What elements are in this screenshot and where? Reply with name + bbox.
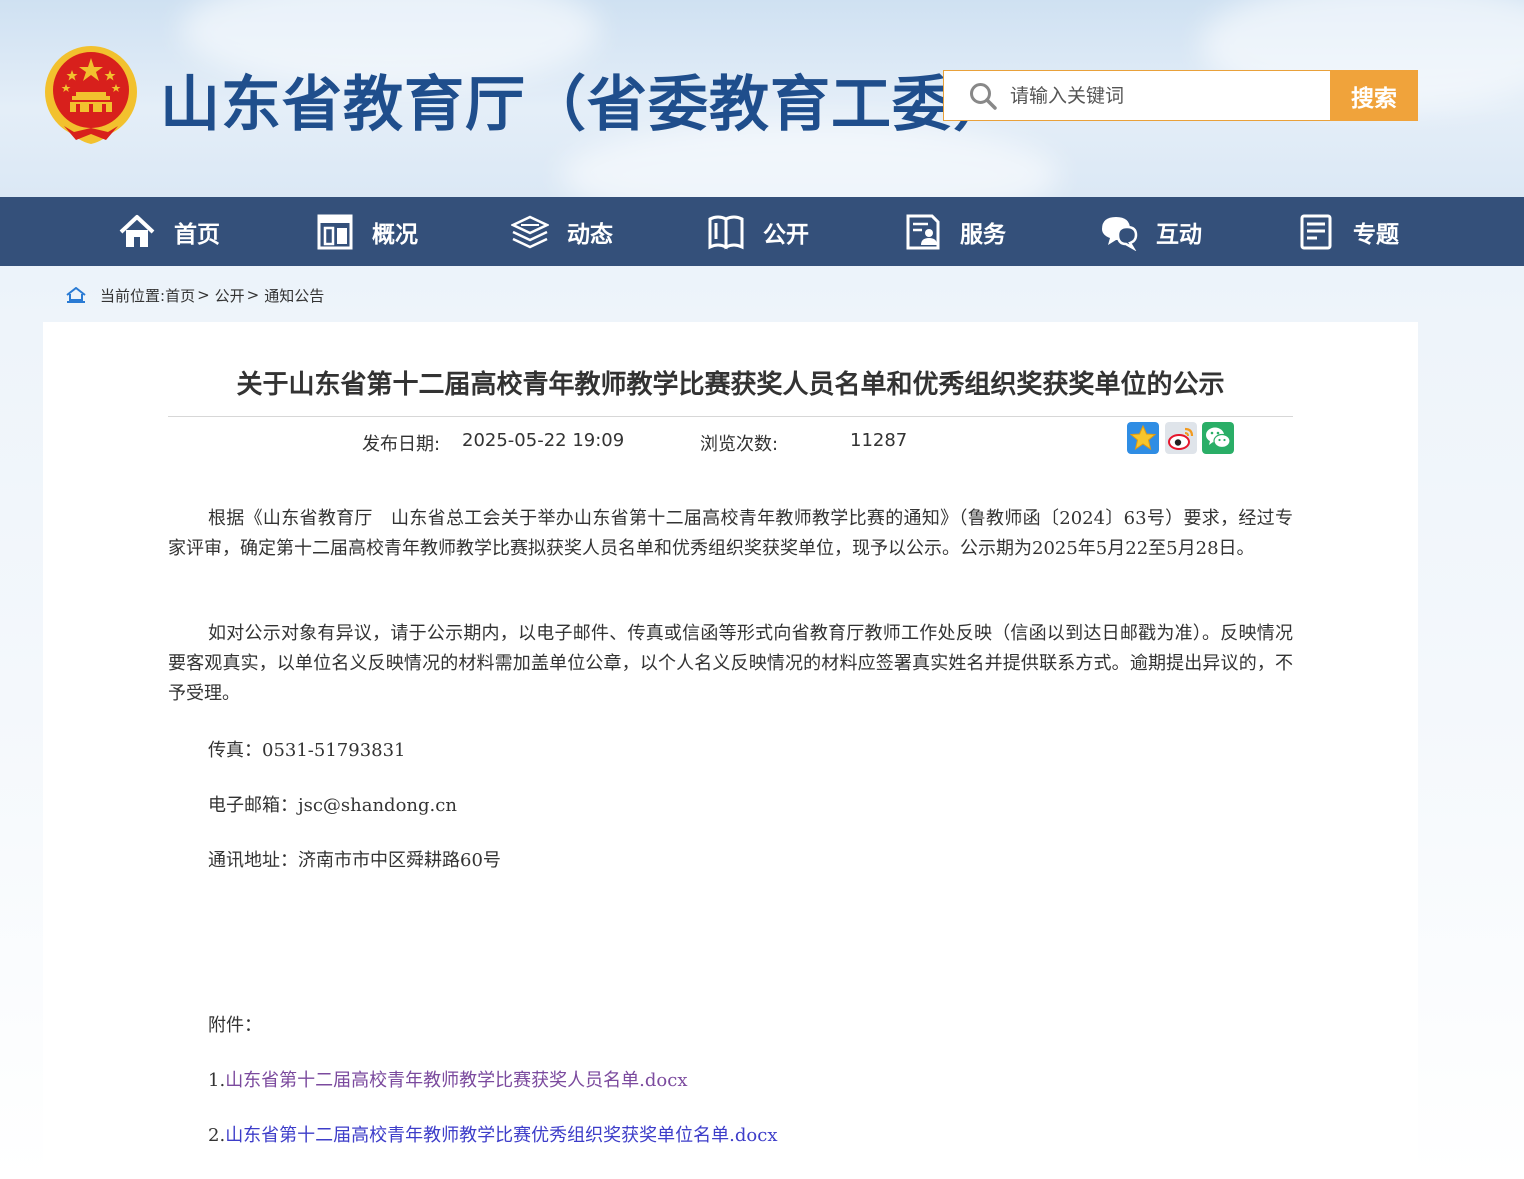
nav-item-label: 专题 xyxy=(1353,221,1399,248)
main-nav: 首页 概况 动态 公开 服务 互动 专题 xyxy=(0,197,1524,266)
building-icon xyxy=(317,214,353,249)
paragraph-2: 如对公示对象有异议，请于公示期内，以电子邮件、传真或信函等形式向省教育厅教师工作… xyxy=(168,623,1293,704)
breadcrumb-home-link[interactable]: 首页 xyxy=(165,285,195,306)
nav-item-overview[interactable]: 概况 xyxy=(316,197,418,266)
views-count: 11287 xyxy=(850,430,908,451)
star-share-icon[interactable] xyxy=(1127,422,1159,454)
service-icon xyxy=(906,214,940,249)
nav-item-label: 动态 xyxy=(567,221,613,248)
nav-item-public[interactable]: 公开 xyxy=(707,197,809,266)
nav-item-service[interactable]: 服务 xyxy=(904,197,1006,266)
wechat-icon[interactable] xyxy=(1202,422,1234,454)
attachment-number: 2. xyxy=(208,1125,226,1146)
chat-icon xyxy=(1102,216,1138,251)
nav-item-home[interactable]: 首页 xyxy=(118,197,220,266)
nav-item-label: 互动 xyxy=(1156,221,1202,248)
national-emblem-icon[interactable] xyxy=(42,44,140,146)
email-line: 电子邮箱：jsc@shandong.cn xyxy=(208,795,457,816)
publish-date-label: 发布日期: xyxy=(362,434,441,455)
attachment-link[interactable]: 山东省第十二届高校青年教师教学比赛优秀组织奖获奖单位名单.docx xyxy=(225,1125,777,1146)
breadcrumb: 当前位置: 首页 > 公开 > 通知公告 xyxy=(66,284,324,306)
attachment-number: 1. xyxy=(208,1070,226,1091)
attachment-item: 2.山东省第十二届高校青年教师教学比赛优秀组织奖获奖单位名单.docx xyxy=(208,1121,778,1147)
weibo-icon[interactable] xyxy=(1165,422,1197,454)
search-input[interactable] xyxy=(1010,84,1310,107)
breadcrumb-separator: > xyxy=(197,286,210,304)
search-box xyxy=(943,70,1331,121)
breadcrumb-separator: > xyxy=(246,286,260,304)
nav-item-label: 公开 xyxy=(763,221,809,248)
nav-item-topics[interactable]: 专题 xyxy=(1297,197,1399,266)
address-line: 通讯地址：济南市市中区舜耕路60号 xyxy=(208,850,501,871)
home-icon xyxy=(119,214,155,247)
fax-line: 传真：0531-51793831 xyxy=(208,740,406,761)
article-title: 关于山东省第十二届高校青年教师教学比赛获奖人员名单和优秀组织奖获奖单位的公示 xyxy=(236,370,1225,400)
stack-icon xyxy=(511,215,549,248)
nav-item-label: 服务 xyxy=(960,221,1006,248)
breadcrumb-notice-link[interactable]: 通知公告 xyxy=(264,285,324,306)
site-title[interactable]: 山东省教育厅（省委教育工委） xyxy=(160,56,1014,143)
nav-item-label: 首页 xyxy=(174,221,220,248)
nav-item-interaction[interactable]: 互动 xyxy=(1100,197,1202,266)
views-label: 浏览次数: xyxy=(700,434,779,455)
title-divider xyxy=(168,416,1293,417)
breadcrumb-public-link[interactable]: 公开 xyxy=(215,285,245,306)
article-card: 关于山东省第十二届高校青年教师教学比赛获奖人员名单和优秀组织奖获奖单位的公示 发… xyxy=(43,322,1418,1179)
search-button[interactable]: 搜索 xyxy=(1330,70,1418,121)
breadcrumb-prefix: 当前位置: xyxy=(100,286,166,305)
attachments-label: 附件： xyxy=(208,1015,262,1036)
nav-item-news[interactable]: 动态 xyxy=(511,197,613,266)
nav-item-label: 概况 xyxy=(372,221,418,248)
site-header: 山东省教育厅（省委教育工委） 搜索 xyxy=(0,0,1524,197)
attachment-link[interactable]: 山东省第十二届高校青年教师教学比赛获奖人员名单.docx xyxy=(225,1070,687,1091)
document-icon xyxy=(1300,214,1332,249)
attachment-item: 1.山东省第十二届高校青年教师教学比赛获奖人员名单.docx xyxy=(208,1066,688,1092)
publish-date-value: 2025-05-22 19:09 xyxy=(462,430,625,451)
paragraph-1: 根据《山东省教育厅 山东省总工会关于举办山东省第十二届高校青年教师教学比赛的通知… xyxy=(168,508,1293,559)
book-icon xyxy=(708,215,744,249)
breadcrumb-home-icon xyxy=(66,287,86,303)
search-icon xyxy=(970,82,997,110)
